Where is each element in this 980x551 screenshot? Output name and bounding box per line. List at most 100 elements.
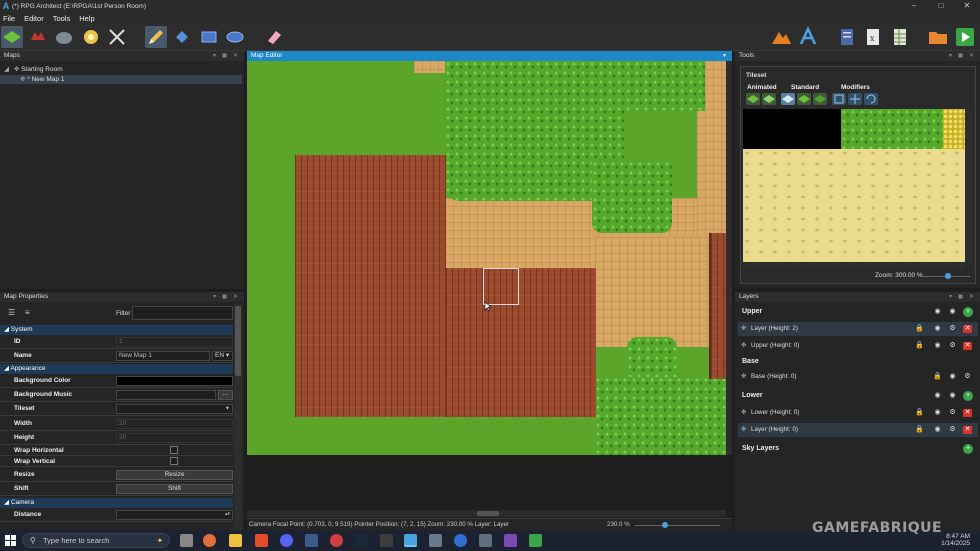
layer-row[interactable]: ✥ Layer (Height: 2) 🔒 ◉ ⚙ ✕ (738, 322, 978, 336)
eye-icon[interactable]: ◉ (933, 342, 942, 350)
app-icon[interactable] (429, 534, 442, 547)
tileset-select[interactable]: ▾ (116, 404, 233, 414)
add-sky-layer-button[interactable]: + (963, 444, 973, 454)
app-icon[interactable] (529, 534, 542, 547)
panel-pin-icon[interactable]: ▾ ▣ ✕ (213, 51, 240, 61)
layer-row[interactable]: ✥ Layer (Height: 0) 🔒 ◉ ⚙ ✕ (738, 423, 978, 437)
zoom-slider[interactable] (635, 522, 720, 528)
tileset-horizontal-scrollbar[interactable] (743, 263, 965, 268)
eraser-tool-button[interactable] (263, 26, 285, 48)
collapse-icon[interactable]: ◢ (4, 66, 9, 73)
ellipse-tool-button[interactable] (224, 26, 246, 48)
play-button[interactable] (954, 26, 976, 48)
layer-group-base[interactable]: Base (740, 355, 976, 369)
tileset-flower-tile[interactable] (943, 109, 965, 149)
steam-icon[interactable] (355, 534, 368, 547)
database-button[interactable] (889, 26, 911, 48)
rpg-architect-taskbar-icon[interactable] (404, 534, 417, 547)
modifier-button-3[interactable] (864, 93, 878, 105)
filter-input[interactable] (132, 306, 233, 320)
script-button[interactable] (836, 26, 858, 48)
discord-icon[interactable] (280, 534, 293, 547)
map-canvas[interactable] (247, 61, 726, 455)
terrain-tool-button[interactable] (770, 26, 792, 48)
tile-mode-button[interactable] (1, 26, 23, 48)
panel-pin-icon[interactable]: ▾ ▣ ✕ (949, 51, 976, 61)
spinner-icon[interactable]: ▴▾ (225, 510, 230, 518)
properties-scrollbar[interactable] (234, 304, 242, 530)
lock-icon[interactable]: 🔒 (915, 325, 924, 333)
layer-row[interactable]: ✥ Lower (Height: 0) 🔒 ◉ ⚙ ✕ (738, 406, 978, 420)
delete-layer-button[interactable]: ✕ (963, 409, 972, 417)
delete-layer-button[interactable]: ✕ (963, 342, 972, 350)
monster-tool-button[interactable] (27, 26, 49, 48)
panel-pin-icon[interactable]: ▾ ▣ ✕ (949, 292, 976, 302)
resize-button[interactable]: Resize (116, 470, 233, 480)
modifier-button-1[interactable] (832, 93, 846, 105)
recorder-icon[interactable] (330, 534, 343, 547)
add-layer-upper-button[interactable]: + (963, 307, 973, 317)
categorized-icon[interactable]: ☰ (8, 308, 15, 317)
app-icon[interactable] (479, 534, 492, 547)
eye-icon[interactable]: ◉ (933, 308, 942, 316)
animated-tile-button-1[interactable] (746, 93, 760, 105)
windows-start-icon[interactable] (5, 535, 16, 546)
scrollbar-thumb[interactable] (477, 511, 499, 516)
standard-tile-button-3[interactable] (813, 93, 827, 105)
lock-icon[interactable]: 🔒 (915, 409, 924, 417)
eye-icon[interactable]: ◉ (933, 426, 942, 434)
menu-help[interactable]: Help (79, 14, 94, 23)
prop-name-input[interactable]: New Map 1 (116, 351, 210, 361)
copilot-icon[interactable] (203, 534, 216, 547)
task-view-icon[interactable] (180, 534, 193, 547)
tileset-grass-tile[interactable] (841, 109, 943, 149)
standard-tile-button-2[interactable] (797, 93, 811, 105)
fill-tool-button[interactable] (171, 26, 193, 48)
tileset-zoom-slider[interactable] (922, 273, 970, 279)
tileset-vertical-scrollbar[interactable] (965, 109, 972, 262)
section-camera[interactable]: ◢ Camera (0, 498, 233, 508)
tab-standard[interactable]: Standard (791, 84, 819, 91)
object-tool-button[interactable] (80, 26, 102, 48)
taskbar-search-input[interactable]: ⚲ Type here to search ✦ (22, 533, 170, 548)
scrollbar-thumb[interactable] (235, 306, 241, 376)
rock-tool-button[interactable] (53, 26, 75, 48)
file-explorer-icon[interactable] (229, 534, 242, 547)
tileset-preview[interactable] (743, 109, 965, 262)
eye-icon[interactable]: ◉ (933, 325, 942, 333)
tileset-sand-tiles[interactable] (743, 149, 965, 262)
delete-layer-button[interactable]: ✕ (963, 325, 972, 333)
map-horizontal-scrollbar[interactable] (247, 510, 726, 517)
app-icon[interactable] (305, 534, 318, 547)
tab-modifiers[interactable]: Modifiers (841, 84, 870, 91)
menu-editor[interactable]: Editor (24, 14, 44, 23)
animated-tile-button-2[interactable] (762, 93, 776, 105)
settings-icon[interactable]: ⚙ (948, 426, 957, 434)
zoom-slider-thumb[interactable] (661, 522, 668, 528)
settings-icon[interactable]: ⚙ (948, 409, 957, 417)
minimize-button[interactable]: – (901, 0, 927, 12)
tree-item-starting-room[interactable]: ◢ ✥ Starting Room (0, 65, 242, 74)
section-system[interactable]: ◢ System (0, 325, 233, 335)
eye-icon[interactable]: ◉ (933, 409, 942, 417)
section-appearance[interactable]: ◢ Appearance (0, 364, 233, 374)
modifier-button-2[interactable] (848, 93, 862, 105)
alphabetical-icon[interactable]: ≡ (25, 308, 30, 317)
settings-icon[interactable]: ⚙ (948, 325, 957, 333)
eye-icon[interactable]: ◉ (933, 392, 942, 400)
panel-pin-icon[interactable]: ▾ ▣ ✕ (213, 292, 240, 302)
formula-button[interactable]: x (862, 26, 884, 48)
background-color-swatch[interactable] (116, 376, 233, 386)
standard-tile-button-1[interactable] (781, 93, 795, 105)
lock-icon[interactable]: 🔒 (915, 426, 924, 434)
language-select[interactable]: EN ▾ (212, 351, 233, 361)
lock-icon[interactable]: 🔒 (933, 373, 942, 381)
background-music-input[interactable] (116, 390, 216, 400)
battle-tool-button[interactable] (106, 26, 128, 48)
app-icon[interactable] (454, 534, 467, 547)
settings-icon[interactable]: ⚙ (963, 373, 972, 381)
shift-button[interactable]: Shift (116, 484, 233, 494)
layer-group-sky[interactable]: Sky Layers (740, 442, 976, 456)
delete-layer-button[interactable]: ✕ (963, 426, 972, 434)
eye-icon[interactable]: ◉ (948, 392, 957, 400)
